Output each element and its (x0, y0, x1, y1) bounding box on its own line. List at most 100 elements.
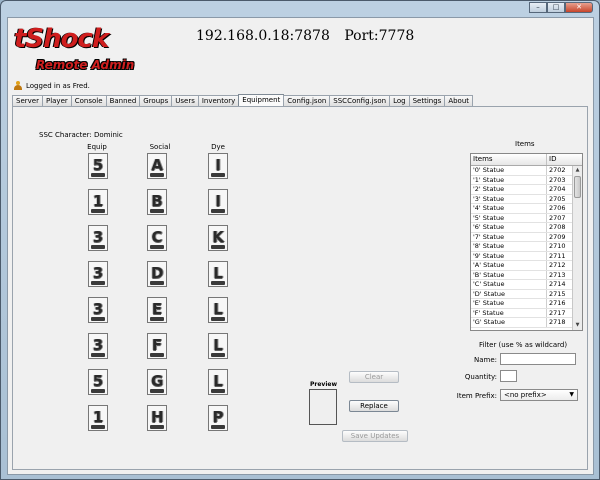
table-row[interactable]: 'D' Statue 2715 (471, 289, 573, 299)
ssc-character: SSC Character: Dominic (39, 131, 123, 139)
logo-subtitle: Remote Admin (36, 58, 135, 72)
tab-player[interactable]: Player (41, 95, 72, 106)
equip-slot[interactable]: 3 (88, 297, 108, 323)
table-row[interactable]: '2' Statue 2704 (471, 185, 573, 195)
chevron-down-icon: ▼ (569, 391, 574, 398)
items-table[interactable]: Items ID '0' Statue 2702'1' Statue 2703'2'… (470, 153, 583, 331)
server-port: Port:7778 (344, 28, 415, 44)
table-row[interactable]: 'B' Statue 2713 (471, 270, 573, 280)
dye-slot[interactable]: I (208, 153, 228, 179)
equip-slot[interactable]: 1 (88, 405, 108, 431)
dye-slot[interactable]: K (208, 225, 228, 251)
equip-slot-item-icon: 3 (92, 300, 104, 318)
statue-base (91, 173, 105, 177)
equip-slot-item-icon: 1 (92, 408, 104, 426)
tab-banned[interactable]: Banned (105, 95, 141, 106)
table-row[interactable]: '0' Statue 2702 (471, 166, 573, 176)
minimize-button[interactable]: – (529, 2, 547, 13)
items-column-header[interactable]: Items (471, 154, 547, 165)
statue-base (150, 317, 164, 321)
tab-server[interactable]: Server (12, 95, 43, 106)
tab-console[interactable]: Console (70, 95, 107, 106)
social-slot-item-icon: A (151, 156, 163, 174)
item-name-cell: '6' Statue (471, 223, 547, 232)
social-slot[interactable]: C (147, 225, 167, 251)
equip-slot[interactable]: 3 (88, 333, 108, 359)
user-icon (14, 81, 22, 90)
statue-base (211, 389, 225, 393)
tab-config-json[interactable]: Config.json (283, 95, 331, 106)
tab-inventory[interactable]: Inventory (197, 95, 240, 106)
preview-box (309, 389, 337, 425)
table-row[interactable]: 'E' Statue 2716 (471, 299, 573, 309)
dye-slot[interactable]: L (208, 261, 228, 287)
tab-sscconfig-json[interactable]: SSCConfig.json (329, 95, 391, 106)
items-scrollbar[interactable]: ▲ ▼ (572, 166, 582, 330)
statue-base (91, 389, 105, 393)
save-updates-button[interactable]: Save Updates (342, 430, 408, 442)
item-name-cell: 'E' Statue (471, 299, 547, 308)
preview-label: Preview (310, 381, 338, 388)
id-column-header[interactable]: ID (547, 154, 573, 165)
dye-slot[interactable]: L (208, 333, 228, 359)
item-id-cell: 2710 (549, 242, 566, 250)
equip-slot-item-icon: 3 (92, 228, 104, 246)
tab-users[interactable]: Users (171, 95, 199, 106)
logo-title: tShock (14, 24, 109, 54)
equip-slot[interactable]: 3 (88, 225, 108, 251)
quantity-input[interactable] (500, 370, 517, 382)
table-row[interactable]: '7' Statue 2709 (471, 232, 573, 242)
table-row[interactable]: 'F' Statue 2717 (471, 308, 573, 318)
scroll-thumb[interactable] (574, 176, 581, 198)
table-row[interactable]: 'G' Statue 2718 (471, 318, 573, 328)
social-slot-item-icon: D (151, 264, 164, 282)
name-input[interactable] (500, 353, 576, 365)
equip-slot[interactable]: 1 (88, 189, 108, 215)
item-name-cell: '7' Statue (471, 232, 547, 241)
equip-slot[interactable]: 5 (88, 369, 108, 395)
scroll-up-icon[interactable]: ▲ (573, 166, 582, 175)
social-slot[interactable]: F (147, 333, 167, 359)
table-row[interactable]: '4' Statue 2706 (471, 204, 573, 214)
social-slot[interactable]: E (147, 297, 167, 323)
item-name-cell: '3' Statue (471, 194, 547, 203)
tab-settings[interactable]: Settings (408, 95, 446, 106)
close-button[interactable]: ✕ (565, 2, 593, 13)
item-name-cell: '0' Statue (471, 166, 547, 175)
replace-button[interactable]: Replace (349, 400, 399, 412)
equip-slot[interactable]: 3 (88, 261, 108, 287)
social-slot[interactable]: G (147, 369, 167, 395)
tab-log[interactable]: Log (389, 95, 410, 106)
dye-slot[interactable]: P (208, 405, 228, 431)
item-name-cell: 'D' Statue (471, 289, 547, 298)
table-row[interactable]: '8' Statue 2710 (471, 242, 573, 252)
table-row[interactable]: 'A' Statue 2712 (471, 261, 573, 271)
table-row[interactable]: '5' Statue 2707 (471, 213, 573, 223)
tshock-logo: tShock Remote Admin (14, 24, 164, 76)
table-row[interactable]: '9' Statue 2711 (471, 251, 573, 261)
filter-title: Filter (use % as wildcard) (479, 341, 568, 349)
dye-slot-item-icon: P (212, 408, 224, 426)
tab-groups[interactable]: Groups (139, 95, 173, 106)
dye-slot[interactable]: L (208, 297, 228, 323)
table-row[interactable]: '6' Statue 2708 (471, 223, 573, 233)
equip-slot[interactable]: 5 (88, 153, 108, 179)
social-slot[interactable]: H (147, 405, 167, 431)
table-row[interactable]: '1' Statue 2703 (471, 175, 573, 185)
tab-about[interactable]: About (444, 95, 474, 106)
scroll-down-icon[interactable]: ▼ (573, 321, 582, 330)
table-row[interactable]: 'C' Statue 2714 (471, 280, 573, 290)
table-row[interactable]: '3' Statue 2705 (471, 194, 573, 204)
tab-equipment[interactable]: Equipment (238, 94, 285, 106)
social-slot[interactable]: D (147, 261, 167, 287)
dye-slot[interactable]: L (208, 369, 228, 395)
item-prefix-select[interactable]: <no prefix> ▼ (500, 389, 578, 401)
dye-slot[interactable]: I (208, 189, 228, 215)
item-id-cell: 2713 (549, 270, 566, 279)
clear-button[interactable]: Clear (349, 371, 399, 383)
social-slot[interactable]: A (147, 153, 167, 179)
social-slot[interactable]: B (147, 189, 167, 215)
social-slot-item-icon: C (151, 228, 163, 246)
item-id-cell: 2705 (549, 194, 566, 203)
maximize-button[interactable]: □ (547, 2, 565, 13)
